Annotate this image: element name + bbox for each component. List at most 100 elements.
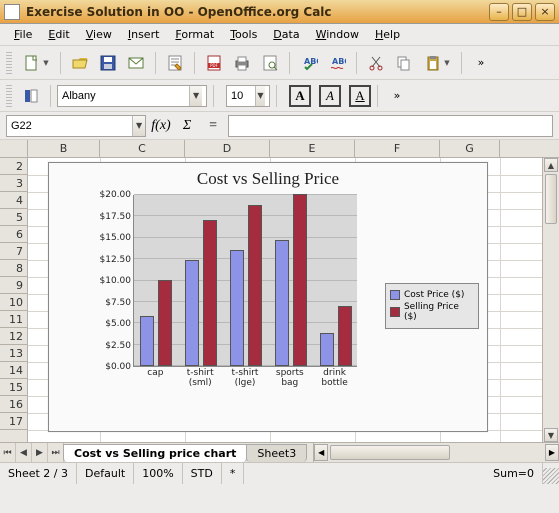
tab-last-button[interactable]: ⏭ — [48, 443, 64, 462]
y-tick-label: $10.00 — [100, 276, 132, 286]
column-header[interactable]: F — [355, 140, 440, 157]
row-header[interactable]: 2 — [0, 158, 27, 175]
scroll-thumb[interactable] — [330, 445, 450, 460]
open-button[interactable] — [67, 50, 93, 76]
toolbar-grip[interactable] — [6, 52, 12, 74]
row-header[interactable]: 5 — [0, 209, 27, 226]
formula-input-wrap[interactable] — [228, 115, 553, 137]
scroll-left-button[interactable]: ◀ — [314, 444, 328, 461]
scroll-thumb[interactable] — [545, 174, 557, 224]
x-tick-label: t-shirt(lge) — [224, 369, 266, 389]
row-header[interactable]: 12 — [0, 328, 27, 345]
scroll-up-button[interactable]: ▲ — [544, 158, 558, 172]
spellcheck-button[interactable]: ABC — [296, 50, 322, 76]
bold-button[interactable]: A — [289, 85, 311, 107]
menu-view[interactable]: View — [78, 26, 120, 43]
menu-tools[interactable]: Tools — [222, 26, 265, 43]
column-header[interactable]: E — [270, 140, 355, 157]
save-button[interactable] — [95, 50, 121, 76]
menu-format[interactable]: Format — [167, 26, 222, 43]
row-header[interactable]: 11 — [0, 311, 27, 328]
row-header[interactable]: 15 — [0, 379, 27, 396]
menu-edit[interactable]: Edit — [40, 26, 77, 43]
tab-first-button[interactable]: ⏮ — [0, 443, 16, 462]
copy-button[interactable] — [391, 50, 417, 76]
tab-next-button[interactable]: ▶ — [32, 443, 48, 462]
export-pdf-button[interactable]: PDF — [201, 50, 227, 76]
chevron-down-icon[interactable]: ▼ — [189, 86, 202, 106]
column-header[interactable]: C — [100, 140, 185, 157]
status-bar: Sheet 2 / 3 Default 100% STD * Sum=0 — [0, 462, 559, 484]
bar — [320, 333, 334, 366]
scroll-right-button[interactable]: ▶ — [545, 444, 559, 461]
toolbar-grip[interactable] — [6, 85, 12, 107]
font-name-combo[interactable]: ▼ — [57, 85, 207, 107]
status-zoom[interactable]: 100% — [134, 463, 182, 484]
cut-button[interactable] — [363, 50, 389, 76]
resize-grip-icon[interactable] — [543, 468, 559, 484]
print-button[interactable] — [229, 50, 255, 76]
menu-window[interactable]: Window — [308, 26, 367, 43]
font-size-input[interactable] — [231, 90, 255, 102]
sheet-tab-active[interactable]: Cost vs Selling price chart — [63, 444, 247, 462]
chart-object[interactable]: Cost vs Selling Price $0.00$2.50$5.00$7.… — [48, 162, 488, 432]
font-size-combo[interactable]: ▼ — [226, 85, 270, 107]
menu-help[interactable]: Help — [367, 26, 408, 43]
styles-button[interactable] — [18, 83, 44, 109]
chevron-down-icon[interactable]: ▼ — [132, 116, 145, 136]
formula-input[interactable] — [229, 116, 552, 136]
toolbar-overflow[interactable]: » — [384, 83, 410, 109]
row-header[interactable]: 4 — [0, 192, 27, 209]
row-header[interactable]: 14 — [0, 362, 27, 379]
row-header[interactable]: 17 — [0, 413, 27, 430]
tab-prev-button[interactable]: ◀ — [16, 443, 32, 462]
scroll-down-button[interactable]: ▼ — [544, 428, 558, 442]
column-header[interactable]: D — [185, 140, 270, 157]
function-wizard-button[interactable]: f(x) — [150, 115, 172, 137]
column-header[interactable]: G — [440, 140, 500, 157]
maximize-button[interactable]: □ — [512, 3, 532, 21]
new-doc-button[interactable]: ▼ — [18, 50, 54, 76]
toolbar-overflow[interactable]: » — [468, 50, 494, 76]
underline-button[interactable]: A — [349, 85, 371, 107]
row-header[interactable]: 7 — [0, 243, 27, 260]
sum-button[interactable]: Σ — [176, 115, 198, 137]
svg-text:PDF: PDF — [210, 63, 218, 68]
row-header[interactable]: 6 — [0, 226, 27, 243]
cell-grid[interactable]: Cost vs Selling Price $0.00$2.50$5.00$7.… — [28, 158, 559, 442]
chevron-down-icon[interactable]: ▼ — [255, 86, 265, 106]
print-preview-button[interactable] — [257, 50, 283, 76]
column-headers: BCDEFG — [0, 140, 559, 158]
horizontal-scrollbar[interactable]: ◀ ▶ — [313, 443, 559, 462]
cell-reference-input[interactable] — [7, 120, 132, 132]
italic-button[interactable]: A — [319, 85, 341, 107]
menu-file[interactable]: File — [6, 26, 40, 43]
chart-legend: Cost Price ($) Selling Price ($) — [385, 283, 479, 329]
y-tick-label: $12.50 — [100, 255, 132, 265]
row-header[interactable]: 10 — [0, 294, 27, 311]
equals-button[interactable]: = — [202, 115, 224, 137]
close-button[interactable]: × — [535, 3, 555, 21]
font-name-input[interactable] — [62, 90, 189, 102]
status-sum[interactable]: Sum=0 — [244, 463, 543, 484]
autospell-button[interactable]: ABC — [324, 50, 350, 76]
row-header[interactable]: 9 — [0, 277, 27, 294]
row-header[interactable]: 16 — [0, 396, 27, 413]
menu-insert[interactable]: Insert — [120, 26, 168, 43]
menu-data[interactable]: Data — [265, 26, 307, 43]
sheet-tab[interactable]: Sheet3 — [246, 444, 307, 462]
edit-doc-button[interactable] — [162, 50, 188, 76]
email-button[interactable] — [123, 50, 149, 76]
bar — [275, 240, 289, 366]
row-header[interactable]: 3 — [0, 175, 27, 192]
select-all-corner[interactable] — [0, 140, 28, 157]
name-box[interactable]: ▼ — [6, 115, 146, 137]
minimize-button[interactable]: – — [489, 3, 509, 21]
row-header[interactable]: 13 — [0, 345, 27, 362]
paste-button[interactable]: ▼ — [419, 50, 455, 76]
vertical-scrollbar[interactable]: ▲ ▼ — [542, 158, 559, 442]
legend-item-cost: Cost Price ($) — [390, 290, 474, 300]
column-header[interactable]: B — [28, 140, 100, 157]
row-header[interactable]: 8 — [0, 260, 27, 277]
status-mode[interactable]: STD — [183, 463, 222, 484]
